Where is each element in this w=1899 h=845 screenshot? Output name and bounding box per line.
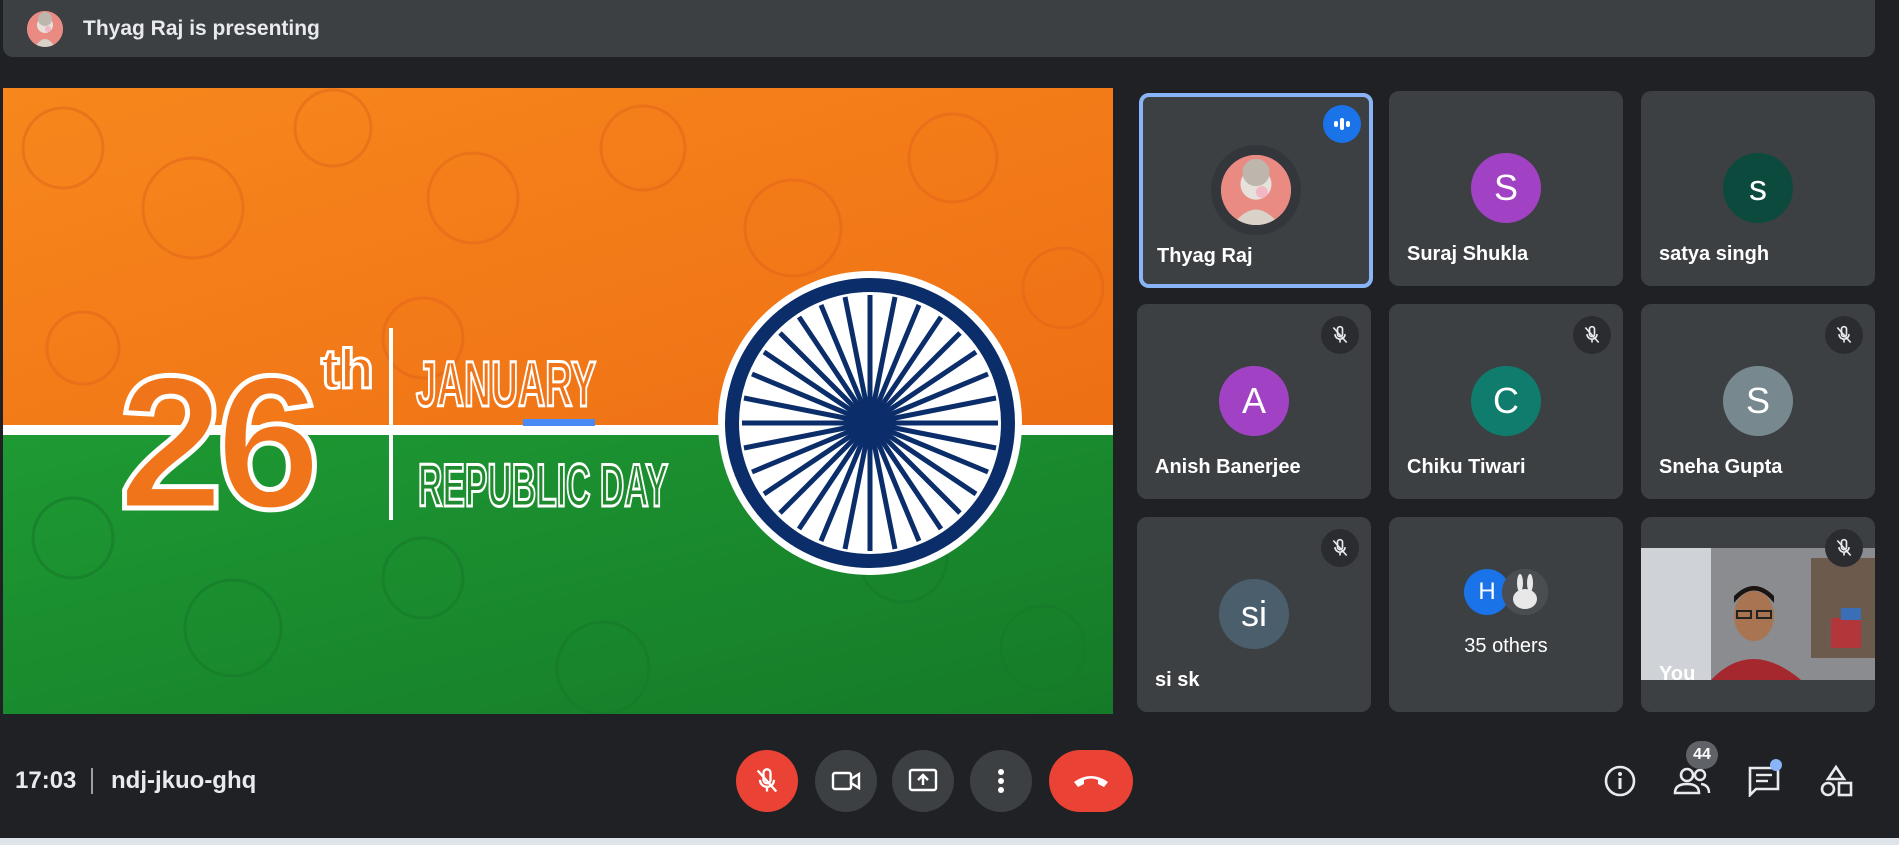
mic-off-icon: [1825, 316, 1863, 354]
participant-name: Suraj Shukla: [1407, 243, 1529, 265]
slide-month: JANUARY: [416, 348, 596, 420]
participant-name: Chiku Tiwari: [1407, 456, 1526, 478]
activities-button[interactable]: [1812, 757, 1860, 805]
leave-call-button[interactable]: [1049, 750, 1133, 812]
participant-tile-thyag-raj[interactable]: Thyag Raj: [1139, 93, 1373, 288]
others-count-label: 35 others: [1464, 635, 1548, 657]
participant-name: Anish Banerjee: [1155, 456, 1301, 478]
participant-tile-suraj-shukla[interactable]: S Suraj Shukla: [1389, 91, 1623, 286]
self-video-feed: [1641, 548, 1875, 680]
bottom-control-bar: 17:03 ndj-jkuo-ghq 44: [0, 735, 1899, 845]
avatar: [1221, 155, 1291, 225]
present-now-button[interactable]: [892, 750, 954, 812]
rabbit-avatar-icon: [1502, 569, 1548, 615]
participant-tile-anish-banerjee[interactable]: A Anish Banerjee: [1137, 304, 1371, 499]
self-video-tile[interactable]: You: [1641, 517, 1875, 712]
avatar: si: [1219, 579, 1289, 649]
participant-count-badge: 44: [1686, 741, 1718, 769]
avatar: A: [1219, 366, 1289, 436]
slide-occasion: REPUBLIC DAY: [418, 452, 668, 519]
camera-toggle-button[interactable]: [815, 750, 877, 812]
unread-dot: [1770, 759, 1782, 771]
participant-tile-satya-singh[interactable]: s satya singh: [1641, 91, 1875, 286]
participant-name: Sneha Gupta: [1659, 456, 1783, 478]
avatar: C: [1471, 366, 1541, 436]
avatar: S: [1723, 366, 1793, 436]
presenting-text: Thyag Raj is presenting: [83, 16, 320, 40]
more-vert-icon: [998, 769, 1004, 793]
more-options-button[interactable]: [970, 750, 1032, 812]
mic-off-icon: [1321, 316, 1359, 354]
os-taskbar-edge: [0, 838, 1899, 845]
microphone-toggle-button[interactable]: [736, 750, 798, 812]
people-icon: [1673, 767, 1711, 795]
participant-name: si sk: [1155, 669, 1200, 691]
mic-off-icon: [1825, 529, 1863, 567]
chat-button[interactable]: [1740, 757, 1788, 805]
participant-name: Thyag Raj: [1157, 245, 1253, 267]
slide-date-number: 26: [118, 337, 315, 549]
participant-tile-sneha-gupta[interactable]: S Sneha Gupta: [1641, 304, 1875, 499]
call-end-icon: [1074, 776, 1108, 787]
presenting-banner: Thyag Raj is presenting: [3, 0, 1875, 57]
time-divider: [91, 768, 93, 794]
avatar: S: [1471, 153, 1541, 223]
shared-presentation: 26 th JANUARY REPUBLIC DAY: [3, 88, 1113, 714]
meeting-details-button[interactable]: [1596, 757, 1644, 805]
present-screen-icon: [908, 768, 938, 792]
activities-icon: [1820, 764, 1853, 797]
participant-tile-si-sk[interactable]: si si sk: [1137, 517, 1371, 712]
participant-name: satya singh: [1659, 243, 1770, 265]
videocam-icon: [831, 771, 861, 791]
self-name: You: [1659, 663, 1696, 685]
meeting-code: ndj-jkuo-ghq: [111, 767, 257, 794]
republic-day-slide: 26 th JANUARY REPUBLIC DAY: [3, 88, 1113, 714]
people-button[interactable]: 44: [1668, 741, 1718, 805]
current-time: 17:03: [15, 767, 77, 794]
others-tile[interactable]: H 35 others: [1389, 517, 1623, 712]
mic-off-icon: [1321, 529, 1359, 567]
presenter-avatar: [27, 10, 63, 47]
slide-date-suffix: th: [321, 337, 374, 400]
avatar: s: [1723, 153, 1793, 223]
mic-off-icon: [756, 768, 778, 793]
info-icon: [1604, 765, 1636, 797]
speaking-indicator-icon: [1323, 105, 1361, 143]
ashoka-chakra-graphic: [718, 271, 1022, 575]
participant-tile-chiku-tiwari[interactable]: C Chiku Tiwari: [1389, 304, 1623, 499]
mic-off-icon: [1573, 316, 1611, 354]
